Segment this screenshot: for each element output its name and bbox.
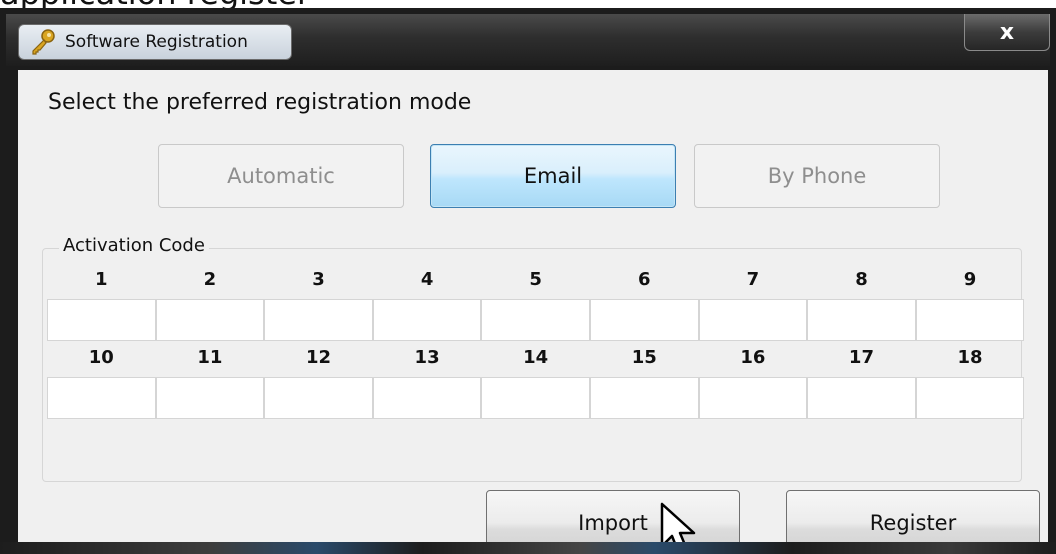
- code-field-16[interactable]: [698, 377, 808, 419]
- code-label-1: 1: [95, 269, 108, 290]
- code-label-11: 11: [197, 347, 223, 368]
- phone-mode-button[interactable]: By Phone: [694, 144, 940, 208]
- title-tab: Software Registration: [18, 24, 292, 60]
- code-field-12[interactable]: [264, 377, 373, 419]
- code-label-16: 16: [740, 347, 766, 368]
- code-label-7: 7: [746, 269, 760, 290]
- code-field-17[interactable]: [807, 377, 916, 419]
- code-field-14[interactable]: [481, 377, 590, 419]
- mode-instruction: Select the preferred registration mode: [48, 90, 472, 115]
- code-label-5: 5: [529, 269, 542, 290]
- phone-mode-label: By Phone: [767, 164, 867, 188]
- code-label-10: 10: [88, 347, 114, 368]
- code-label-9: 9: [963, 269, 977, 290]
- code-field-10[interactable]: [47, 377, 156, 419]
- code-label-17: 17: [848, 347, 874, 368]
- code-row-1: 1 2 3 4 5 6 7 8 9: [47, 269, 1025, 341]
- automatic-mode-label: Automatic: [227, 164, 335, 188]
- code-field-3[interactable]: [264, 299, 373, 341]
- email-mode-button[interactable]: Email: [430, 144, 676, 208]
- code-label-13: 13: [414, 347, 440, 368]
- window-title: Software Registration: [65, 32, 248, 52]
- import-label: Import: [578, 511, 648, 535]
- code-label-4: 4: [420, 269, 434, 290]
- code-field-8[interactable]: [807, 299, 916, 341]
- code-field-11[interactable]: [155, 377, 265, 419]
- code-field-2[interactable]: [155, 299, 265, 341]
- code-field-1[interactable]: [47, 299, 156, 341]
- code-row-2: 10 11 12 13 14 15 16 17 18: [47, 347, 1025, 419]
- code-field-13[interactable]: [372, 377, 482, 419]
- register-label: Register: [869, 511, 957, 535]
- code-field-6[interactable]: [589, 299, 699, 341]
- code-label-8: 8: [855, 269, 868, 290]
- email-mode-label: Email: [523, 164, 583, 188]
- code-label-14: 14: [523, 347, 549, 368]
- code-field-5[interactable]: [481, 299, 590, 341]
- code-label-3: 3: [312, 269, 325, 290]
- code-field-4[interactable]: [372, 299, 482, 341]
- registration-window: Software Registration x Select the prefe…: [0, 8, 1056, 554]
- automatic-mode-button[interactable]: Automatic: [158, 144, 404, 208]
- code-field-9[interactable]: [915, 299, 1025, 341]
- code-label-12: 12: [305, 347, 332, 368]
- activation-code-legend: Activation Code: [59, 235, 209, 256]
- taskbar-strip: [0, 542, 1056, 554]
- code-field-7[interactable]: [698, 299, 808, 341]
- dialog-body: Select the preferred registration mode A…: [18, 70, 1048, 554]
- code-field-15[interactable]: [589, 377, 699, 419]
- close-button[interactable]: x: [964, 14, 1050, 51]
- title-bar[interactable]: Software Registration x: [6, 14, 1050, 66]
- code-label-15: 15: [631, 347, 657, 368]
- code-field-18[interactable]: [915, 377, 1025, 419]
- activation-code-group: Activation Code 1 2 3 4 5 6 7 8 9 10 11 …: [42, 235, 1025, 482]
- key-icon: [32, 29, 55, 55]
- close-icon: x: [999, 19, 1015, 45]
- code-label-6: 6: [638, 269, 651, 290]
- code-label-18: 18: [957, 347, 983, 368]
- code-label-2: 2: [203, 269, 217, 290]
